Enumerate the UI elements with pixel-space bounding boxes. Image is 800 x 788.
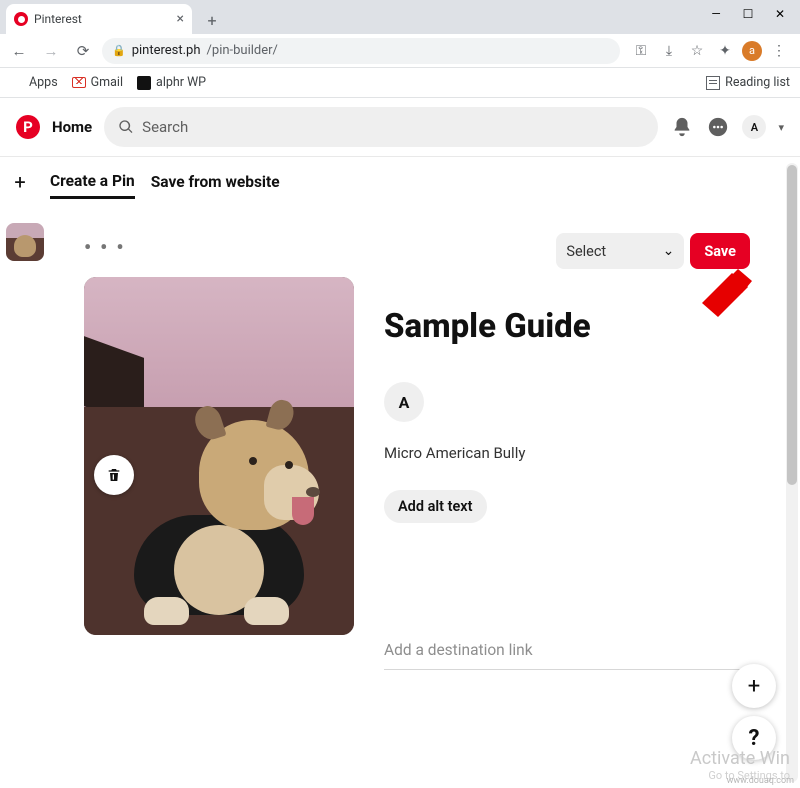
close-tab-icon[interactable]: × [177, 11, 184, 27]
fab-add-button[interactable]: + [732, 664, 776, 708]
source-stamp: www.douaq.com [727, 776, 794, 786]
maximize-button[interactable]: ☐ [732, 2, 764, 26]
tab-title: Pinterest [34, 12, 82, 26]
messages-icon[interactable] [706, 115, 730, 139]
save-button[interactable]: Save [690, 233, 750, 269]
search-input[interactable]: Search [104, 107, 658, 147]
omnibox[interactable]: 🔒 pinterest.ph/pin-builder/ [102, 38, 620, 64]
pin-description[interactable]: Micro American Bully [384, 444, 750, 462]
watermark-line1: Activate Win [690, 748, 790, 769]
apps-icon [10, 76, 24, 90]
alphr-label: alphr WP [156, 75, 206, 90]
reading-list-label: Reading list [725, 75, 790, 90]
pin-thumbnail-list [6, 223, 44, 261]
pin-title[interactable]: Sample Guide [384, 307, 750, 346]
extensions-icon[interactable]: ✦ [714, 40, 736, 62]
apps-bookmark[interactable]: Apps [10, 75, 58, 90]
add-pin-button[interactable]: + [6, 168, 34, 196]
pin-card: • • • Select ⌄ Save [50, 217, 770, 757]
browser-tab[interactable]: Pinterest × [6, 4, 192, 34]
close-window-button[interactable]: ✕ [764, 2, 796, 26]
search-placeholder: Search [142, 118, 188, 136]
pin-thumbnail[interactable] [6, 223, 44, 261]
install-icon[interactable]: ⤓ [658, 40, 680, 62]
delete-image-button[interactable] [94, 455, 134, 495]
profile-avatar[interactable]: a [742, 41, 762, 61]
reading-list-icon [706, 76, 720, 90]
address-bar: ← → ⟳ 🔒 pinterest.ph/pin-builder/ ⚿ ⤓ ☆ … [0, 34, 800, 68]
search-icon [118, 119, 134, 135]
account-menu-chevron-icon[interactable]: ▾ [778, 121, 784, 134]
builder-tabs: + Create a Pin Save from website [0, 157, 800, 197]
window-titlebar: Pinterest × + — ☐ ✕ [0, 0, 800, 34]
add-alt-text-button[interactable]: Add alt text [384, 490, 487, 523]
pinterest-logo[interactable]: P [16, 115, 40, 139]
kebab-menu-icon[interactable]: ⋮ [768, 40, 790, 62]
url-host: pinterest.ph [132, 43, 201, 58]
pinterest-header: P Home Search A ▾ [0, 98, 800, 156]
back-button[interactable]: ← [6, 38, 32, 64]
window-controls: — ☐ ✕ [700, 2, 796, 26]
alphr-icon [137, 76, 151, 90]
minimize-button[interactable]: — [700, 2, 732, 26]
destination-link-input[interactable]: Add a destination link [384, 635, 740, 670]
dog-illustration [114, 405, 324, 625]
bookmarks-bar: Apps Gmail alphr WP Reading list [0, 68, 800, 98]
trash-icon [106, 467, 122, 483]
scrollbar[interactable] [786, 163, 798, 782]
gmail-bookmark[interactable]: Gmail [72, 75, 123, 90]
gmail-icon [72, 77, 86, 88]
pin-image[interactable] [84, 277, 354, 635]
notifications-icon[interactable] [670, 115, 694, 139]
header-avatar[interactable]: A [742, 115, 766, 139]
home-link[interactable]: Home [52, 118, 92, 136]
board-select-label: Select [566, 243, 606, 260]
star-icon[interactable]: ☆ [686, 40, 708, 62]
url-path: /pin-builder/ [207, 43, 278, 58]
key-icon[interactable]: ⚿ [630, 40, 652, 62]
more-options-button[interactable]: • • • [84, 235, 126, 259]
lock-icon: 🔒 [112, 44, 126, 57]
forward-button[interactable]: → [38, 38, 64, 64]
board-select[interactable]: Select ⌄ [556, 233, 684, 269]
new-tab-button[interactable]: + [198, 6, 226, 34]
chevron-down-icon: ⌄ [663, 243, 675, 259]
tab-save-from-website[interactable]: Save from website [151, 167, 280, 197]
pinterest-favicon [14, 12, 28, 26]
apps-label: Apps [29, 75, 58, 90]
alphr-bookmark[interactable]: alphr WP [137, 75, 206, 90]
scroll-thumb[interactable] [787, 165, 797, 485]
gmail-label: Gmail [91, 75, 123, 90]
author-avatar[interactable]: A [384, 382, 424, 422]
pin-builder: + Create a Pin Save from website • • • S… [0, 157, 800, 788]
tab-create-pin[interactable]: Create a Pin [50, 166, 135, 199]
reading-list-button[interactable]: Reading list [706, 75, 790, 90]
reload-button[interactable]: ⟳ [70, 38, 96, 64]
